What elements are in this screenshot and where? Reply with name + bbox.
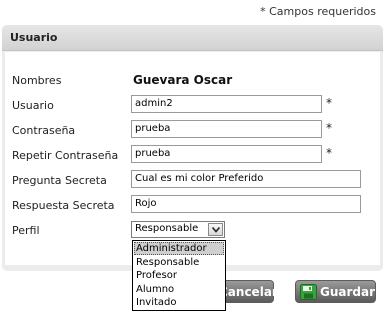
nombres-value: Guevara Oscar [133, 73, 233, 87]
section-title: Usuario [10, 31, 58, 44]
save-icon [300, 284, 317, 300]
contrasena-label: Contraseña [12, 124, 76, 137]
repetir-input[interactable]: prueba [131, 145, 322, 163]
option-profesor[interactable]: Profesor [134, 269, 224, 282]
chevron-down-icon [212, 227, 220, 233]
perfil-options-list[interactable]: Administrador Responsable Profesor Alumn… [132, 240, 226, 311]
option-alumno[interactable]: Alumno [134, 283, 224, 296]
option-responsable[interactable]: Responsable [134, 256, 224, 269]
pregunta-label: Pregunta Secreta [12, 174, 107, 187]
save-button-label: Guardar [320, 285, 376, 299]
perfil-selected-value: Responsable [135, 223, 199, 234]
dropdown-arrow-button[interactable] [208, 223, 223, 236]
save-button[interactable]: Guardar [295, 280, 376, 303]
option-invitado[interactable]: Invitado [134, 296, 224, 309]
contrasena-input[interactable]: prueba [131, 120, 322, 138]
perfil-label: Perfil [12, 224, 40, 237]
usuario-input[interactable]: admin2 [131, 95, 322, 113]
nombres-label: Nombres [12, 74, 62, 87]
pregunta-input[interactable]: Cual es mi color Preferido [131, 170, 361, 188]
perfil-select[interactable]: Responsable [131, 221, 225, 238]
repetir-label: Repetir Contraseña [12, 149, 119, 162]
usuario-required-mark: * [326, 96, 332, 110]
respuesta-input[interactable]: Rojo [131, 195, 361, 213]
required-fields-note: * Campos requeridos [260, 5, 376, 18]
usuario-label: Usuario [12, 99, 54, 112]
respuesta-label: Respuesta Secreta [12, 199, 115, 212]
repetir-required-mark: * [326, 146, 332, 160]
cancel-button-label: Cancelar [219, 285, 278, 299]
contrasena-required-mark: * [326, 121, 332, 135]
option-administrador[interactable]: Administrador [134, 242, 224, 255]
panel-header: Usuario [2, 25, 383, 51]
